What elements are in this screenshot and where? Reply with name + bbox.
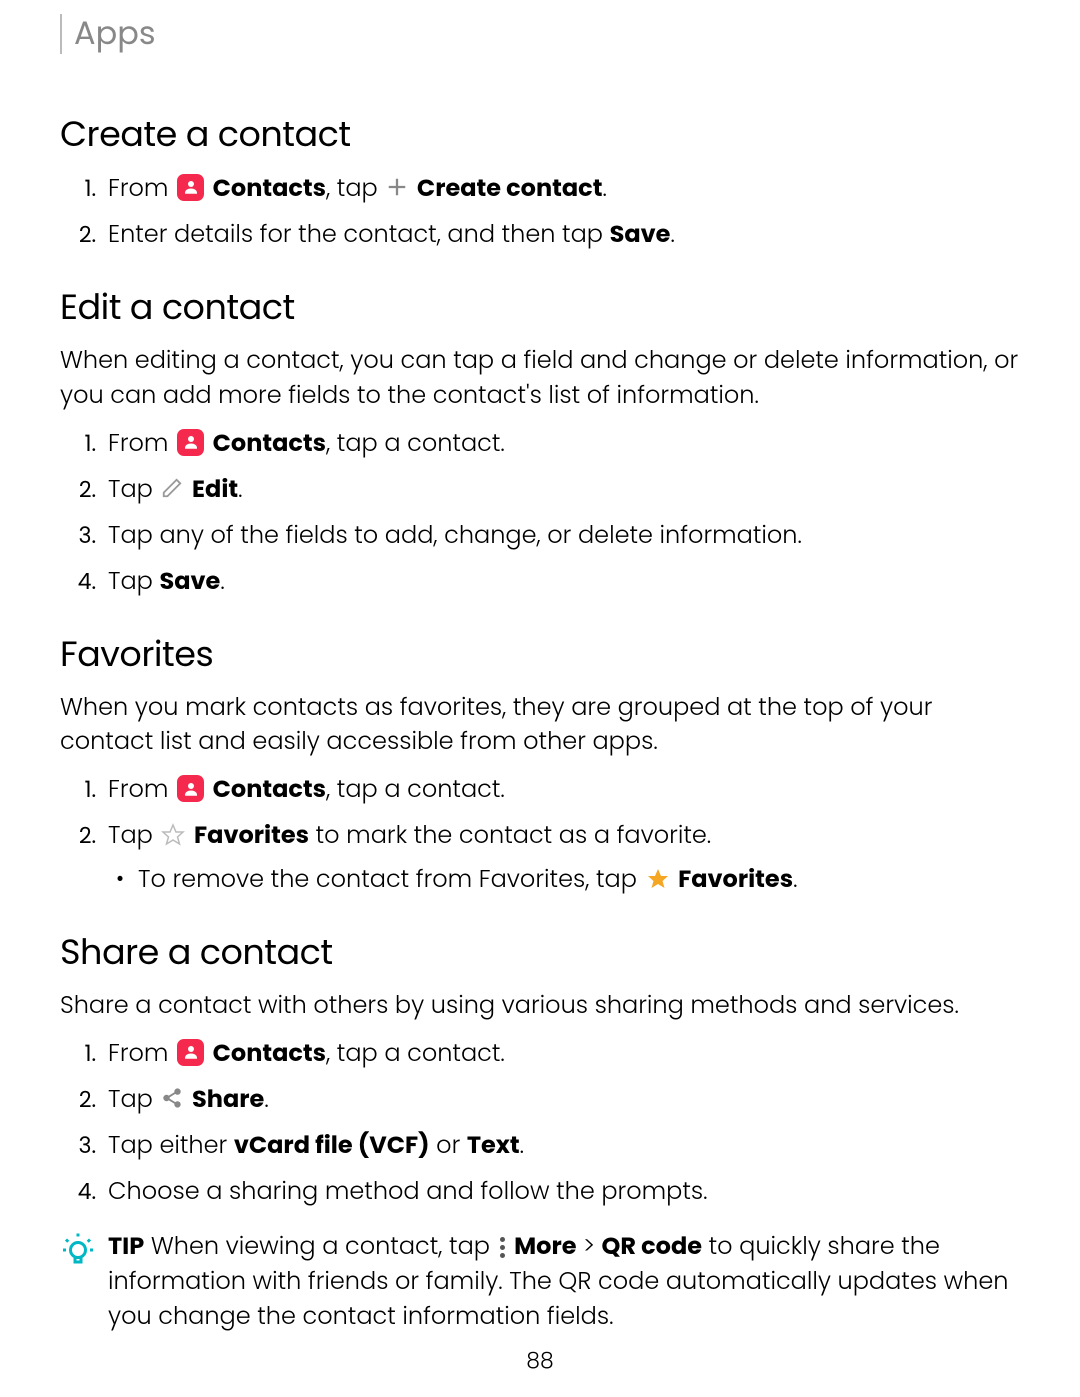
create-steps-list: From Contacts, tap Create contact. Enter… — [60, 171, 1020, 253]
text: , tap a contact. — [326, 1037, 505, 1070]
text: or — [430, 1129, 467, 1162]
text-label: Text — [467, 1129, 520, 1162]
favorites-label: Favorites — [194, 819, 309, 852]
edit-step-2: Tap Edit. — [102, 472, 1020, 508]
create-step-2: Enter details for the contact, and then … — [102, 217, 1020, 253]
text: . — [220, 565, 224, 598]
star-outline-icon — [161, 823, 185, 847]
text: . — [520, 1129, 524, 1162]
text: . — [264, 1083, 268, 1116]
text: . — [238, 473, 242, 506]
contacts-icon — [177, 429, 204, 456]
contacts-label: Contacts — [213, 172, 326, 205]
share-step-3: Tap either vCard file (VCF) or Text. — [102, 1128, 1020, 1164]
more-dots-icon — [500, 1237, 505, 1258]
heading-create-contact: Create a contact — [60, 108, 1020, 161]
edit-step-1: From Contacts, tap a contact. — [102, 426, 1020, 462]
pencil-icon — [161, 477, 183, 499]
favorites-sublist: To remove the contact from Favorites, ta… — [108, 862, 1020, 898]
favorites-remove-item: To remove the contact from Favorites, ta… — [138, 862, 1020, 898]
contacts-label: Contacts — [213, 1037, 326, 1070]
text: From — [108, 1037, 175, 1070]
share-step-1: From Contacts, tap a contact. — [102, 1036, 1020, 1072]
contacts-icon — [177, 1039, 204, 1066]
text: , tap a contact. — [326, 773, 505, 806]
text: From — [108, 773, 175, 806]
share-icon — [161, 1087, 183, 1109]
breadcrumb: Apps — [74, 10, 156, 58]
tip-label: TIP — [108, 1230, 144, 1263]
edit-label: Edit — [192, 473, 238, 506]
share-description: Share a contact with others by using var… — [60, 989, 1020, 1024]
plus-icon — [386, 176, 408, 198]
qr-code-label: QR code — [601, 1230, 702, 1263]
save-label: Save — [159, 565, 220, 598]
heading-edit-contact: Edit a contact — [60, 281, 1020, 334]
star-filled-icon — [646, 867, 670, 891]
text: Enter details for the contact, and then … — [108, 218, 610, 251]
text: . — [793, 863, 797, 896]
tip-box: TIP When viewing a contact, tap More > Q… — [60, 1230, 1020, 1334]
heading-share-contact: Share a contact — [60, 926, 1020, 979]
share-steps-list: From Contacts, tap a contact. Tap Share.… — [60, 1036, 1020, 1210]
contacts-label: Contacts — [213, 773, 326, 806]
lightbulb-icon — [60, 1251, 96, 1274]
text: to mark the contact as a favorite. — [309, 819, 711, 852]
share-step-2: Tap Share. — [102, 1082, 1020, 1118]
page-number: 88 — [0, 1344, 1080, 1377]
create-contact-label: Create contact — [417, 172, 603, 205]
edit-step-3: Tap any of the fields to add, change, or… — [102, 518, 1020, 554]
favorites-step-2: Tap Favorites to mark the contact as a f… — [102, 818, 1020, 898]
text: > — [577, 1230, 602, 1263]
header-divider — [60, 14, 62, 54]
text: Tap — [108, 1083, 159, 1116]
text: To remove the contact from Favorites, ta… — [138, 863, 644, 896]
tip-icon-wrap — [60, 1232, 96, 1275]
share-label: Share — [192, 1083, 264, 1116]
more-label: More — [514, 1230, 576, 1263]
favorites-step-1: From Contacts, tap a contact. — [102, 772, 1020, 808]
contacts-icon — [177, 775, 204, 802]
edit-step-4: Tap Save. — [102, 564, 1020, 600]
edit-description: When editing a contact, you can tap a fi… — [60, 344, 1020, 414]
favorites-description: When you mark contacts as favorites, the… — [60, 691, 1020, 761]
text: Tap — [108, 473, 159, 506]
text: , tap a contact. — [326, 427, 505, 460]
text: When viewing a contact, tap — [144, 1230, 496, 1263]
breadcrumb-header: Apps — [60, 10, 1020, 58]
text: From — [108, 172, 175, 205]
text: . — [602, 172, 606, 205]
tip-text: TIP When viewing a contact, tap More > Q… — [108, 1230, 1020, 1334]
text: . — [670, 218, 674, 251]
favorites-steps-list: From Contacts, tap a contact. Tap Favori… — [60, 772, 1020, 898]
text: From — [108, 427, 175, 460]
create-step-1: From Contacts, tap Create contact. — [102, 171, 1020, 207]
contacts-icon — [177, 174, 204, 201]
heading-favorites: Favorites — [60, 628, 1020, 681]
favorites-label: Favorites — [678, 863, 793, 896]
text: , tap — [326, 172, 384, 205]
share-step-4: Choose a sharing method and follow the p… — [102, 1174, 1020, 1210]
text: Tap — [108, 819, 159, 852]
vcf-label: vCard file (VCF) — [234, 1129, 430, 1162]
contacts-label: Contacts — [213, 427, 326, 460]
document-page: Apps Create a contact From Contacts, tap… — [0, 0, 1080, 1374]
save-label: Save — [610, 218, 671, 251]
edit-steps-list: From Contacts, tap a contact. Tap Edit. … — [60, 426, 1020, 600]
text: Tap — [108, 565, 159, 598]
text: Tap either — [108, 1129, 234, 1162]
